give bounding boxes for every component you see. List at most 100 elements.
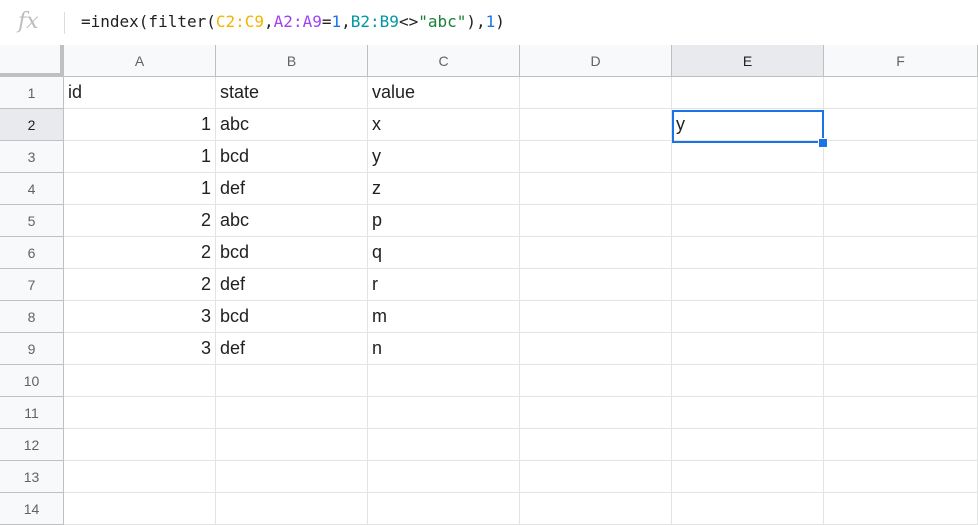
cell-c7[interactable]: r <box>368 269 520 301</box>
cell-e13[interactable] <box>672 461 824 493</box>
cell-c11[interactable] <box>368 397 520 429</box>
cell-d3[interactable] <box>520 141 672 173</box>
cell-a7[interactable]: 2 <box>64 269 216 301</box>
cell-b12[interactable] <box>216 429 368 461</box>
cell-a10[interactable] <box>64 365 216 397</box>
cell-c14[interactable] <box>368 493 520 525</box>
formula-input[interactable]: =index(filter(C2:C9,A2:A9=1,B2:B9<>"abc"… <box>81 12 505 31</box>
cell-e7[interactable] <box>672 269 824 301</box>
cell-d8[interactable] <box>520 301 672 333</box>
row-header-1[interactable]: 1 <box>0 77 64 109</box>
cell-f11[interactable] <box>824 397 978 429</box>
cell-f14[interactable] <box>824 493 978 525</box>
cell-d5[interactable] <box>520 205 672 237</box>
cell-c3[interactable]: y <box>368 141 520 173</box>
cell-f8[interactable] <box>824 301 978 333</box>
cell-e8[interactable] <box>672 301 824 333</box>
cell-c10[interactable] <box>368 365 520 397</box>
cell-e5[interactable] <box>672 205 824 237</box>
cell-f6[interactable] <box>824 237 978 269</box>
cell-f3[interactable] <box>824 141 978 173</box>
cell-f10[interactable] <box>824 365 978 397</box>
cell-d6[interactable] <box>520 237 672 269</box>
cell-e9[interactable] <box>672 333 824 365</box>
cell-f9[interactable] <box>824 333 978 365</box>
cell-f7[interactable] <box>824 269 978 301</box>
cell-b2[interactable]: abc <box>216 109 368 141</box>
fill-handle[interactable] <box>818 138 828 148</box>
cell-a3[interactable]: 1 <box>64 141 216 173</box>
cell-c5[interactable]: p <box>368 205 520 237</box>
cell-b7[interactable]: def <box>216 269 368 301</box>
cell-c9[interactable]: n <box>368 333 520 365</box>
cell-b1[interactable]: state <box>216 77 368 109</box>
cell-f5[interactable] <box>824 205 978 237</box>
cell-c8[interactable]: m <box>368 301 520 333</box>
column-header-d[interactable]: D <box>520 45 672 77</box>
cell-f1[interactable] <box>824 77 978 109</box>
cell-e11[interactable] <box>672 397 824 429</box>
cell-a14[interactable] <box>64 493 216 525</box>
cell-c4[interactable]: z <box>368 173 520 205</box>
cell-d14[interactable] <box>520 493 672 525</box>
cell-e3[interactable] <box>672 141 824 173</box>
cell-a1[interactable]: id <box>64 77 216 109</box>
cell-d1[interactable] <box>520 77 672 109</box>
column-header-c[interactable]: C <box>368 45 520 77</box>
cell-d13[interactable] <box>520 461 672 493</box>
row-header-9[interactable]: 9 <box>0 333 64 365</box>
cell-e12[interactable] <box>672 429 824 461</box>
cell-e10[interactable] <box>672 365 824 397</box>
cell-d10[interactable] <box>520 365 672 397</box>
cell-b9[interactable]: def <box>216 333 368 365</box>
cell-b6[interactable]: bcd <box>216 237 368 269</box>
cell-a11[interactable] <box>64 397 216 429</box>
cell-c1[interactable]: value <box>368 77 520 109</box>
cell-c13[interactable] <box>368 461 520 493</box>
cell-d11[interactable] <box>520 397 672 429</box>
cell-d12[interactable] <box>520 429 672 461</box>
row-header-4[interactable]: 4 <box>0 173 64 205</box>
cell-b8[interactable]: bcd <box>216 301 368 333</box>
cell-c2[interactable]: x <box>368 109 520 141</box>
row-header-6[interactable]: 6 <box>0 237 64 269</box>
cell-f13[interactable] <box>824 461 978 493</box>
cell-e4[interactable] <box>672 173 824 205</box>
column-header-b[interactable]: B <box>216 45 368 77</box>
row-header-3[interactable]: 3 <box>0 141 64 173</box>
cell-b13[interactable] <box>216 461 368 493</box>
cell-a8[interactable]: 3 <box>64 301 216 333</box>
row-header-8[interactable]: 8 <box>0 301 64 333</box>
cell-d9[interactable] <box>520 333 672 365</box>
column-header-f[interactable]: F <box>824 45 978 77</box>
cell-f2[interactable] <box>824 109 978 141</box>
cell-f4[interactable] <box>824 173 978 205</box>
cell-a2[interactable]: 1 <box>64 109 216 141</box>
row-header-10[interactable]: 10 <box>0 365 64 397</box>
cell-e14[interactable] <box>672 493 824 525</box>
row-header-11[interactable]: 11 <box>0 397 64 429</box>
cell-a4[interactable]: 1 <box>64 173 216 205</box>
row-header-13[interactable]: 13 <box>0 461 64 493</box>
cell-b14[interactable] <box>216 493 368 525</box>
cell-a12[interactable] <box>64 429 216 461</box>
cell-b5[interactable]: abc <box>216 205 368 237</box>
cell-a6[interactable]: 2 <box>64 237 216 269</box>
cell-b10[interactable] <box>216 365 368 397</box>
row-header-5[interactable]: 5 <box>0 205 64 237</box>
row-header-7[interactable]: 7 <box>0 269 64 301</box>
cell-a13[interactable] <box>64 461 216 493</box>
cell-b4[interactable]: def <box>216 173 368 205</box>
cell-a5[interactable]: 2 <box>64 205 216 237</box>
cell-c6[interactable]: q <box>368 237 520 269</box>
select-all-corner[interactable] <box>0 45 64 77</box>
cell-f12[interactable] <box>824 429 978 461</box>
column-header-a[interactable]: A <box>64 45 216 77</box>
row-header-12[interactable]: 12 <box>0 429 64 461</box>
row-header-2[interactable]: 2 <box>0 109 64 141</box>
cell-c12[interactable] <box>368 429 520 461</box>
cell-b11[interactable] <box>216 397 368 429</box>
row-header-14[interactable]: 14 <box>0 493 64 525</box>
cell-e1[interactable] <box>672 77 824 109</box>
cell-e2[interactable]: y <box>672 109 824 141</box>
